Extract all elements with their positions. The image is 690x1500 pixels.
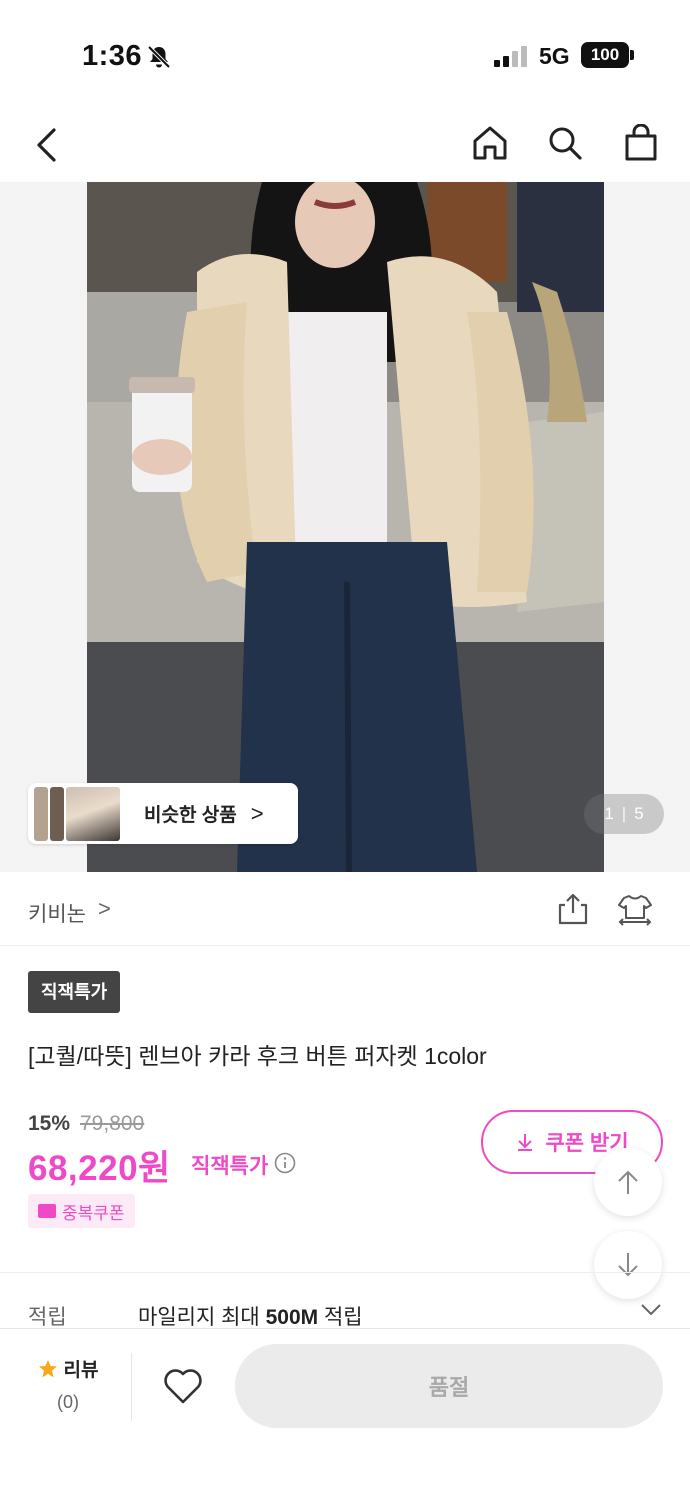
image-pager: 1 | 5 — [584, 794, 664, 834]
discount-rate: 15% — [28, 1112, 71, 1135]
coupon-icon — [38, 1204, 56, 1218]
duplicate-coupon-label: 중복쿠폰 — [62, 1203, 125, 1223]
pager-current: 1 — [604, 804, 614, 823]
sale-price: 68,220원 — [28, 1149, 171, 1188]
similar-thumb-3 — [66, 786, 120, 841]
similar-products-button[interactable]: 비슷한 상품 > — [28, 783, 298, 844]
outfit-compare-icon[interactable] — [616, 892, 654, 926]
similar-thumb-1 — [34, 786, 48, 841]
price-tag-label: 직잭특가 — [191, 1155, 269, 1178]
arrow-up-icon — [618, 1170, 638, 1194]
back-button[interactable] — [22, 120, 72, 170]
home-icon — [473, 126, 507, 160]
duplicate-coupon-badge: 중복쿠폰 — [28, 1194, 135, 1228]
chevron-right-icon: > — [250, 800, 264, 826]
brand-name-link[interactable]: 키비논 — [28, 898, 86, 928]
mileage-text: 마일리지 최대 500M 적립 — [138, 1301, 363, 1331]
mileage-suffix: 적립 — [318, 1306, 363, 1329]
signal-icon — [494, 46, 527, 67]
mileage-prefix: 마일리지 최대 — [138, 1306, 266, 1329]
battery-tip — [630, 50, 634, 60]
similar-thumb-2 — [50, 786, 64, 841]
brand-row: 키비논 > — [0, 872, 690, 946]
similar-thumbnails — [34, 786, 120, 841]
heart-icon[interactable] — [160, 1363, 206, 1409]
status-time: 1:36 — [82, 40, 143, 72]
star-icon — [38, 1359, 57, 1377]
mileage-label: 적립 — [28, 1306, 67, 1329]
review-count: (0) — [57, 1392, 79, 1412]
battery-icon: 100 — [581, 42, 629, 68]
soldout-button[interactable]: 품절 — [235, 1344, 663, 1428]
product-gallery[interactable]: 비슷한 상품 > 1 | 5 — [0, 182, 690, 872]
special-price-badge: 직잭특가 — [28, 971, 121, 1013]
review-label: 리뷰 — [63, 1360, 99, 1381]
info-icon[interactable] — [274, 1152, 296, 1174]
network-label: 5G — [539, 43, 570, 69]
review-label-row: 리뷰 — [28, 1355, 108, 1382]
search-button[interactable] — [540, 118, 590, 168]
share-icon[interactable] — [556, 892, 590, 926]
download-icon — [518, 1134, 533, 1151]
bottom-action-bar: 리뷰 (0) 품절 — [0, 1328, 690, 1500]
cart-button[interactable] — [616, 118, 666, 168]
product-photo — [87, 182, 604, 872]
chevron-left-icon — [37, 128, 56, 162]
bell-off-icon — [147, 45, 171, 69]
search-icon — [549, 127, 582, 160]
scroll-top-button[interactable] — [594, 1148, 662, 1216]
soldout-label: 품절 — [428, 1375, 470, 1400]
original-price: 79,800 — [80, 1112, 145, 1135]
status-bar: 1:36 5G 100 — [0, 0, 690, 100]
pager-separator: | — [621, 804, 627, 823]
pager-total: 5 — [634, 804, 644, 823]
top-nav — [0, 110, 690, 180]
chevron-down-icon — [641, 1304, 661, 1316]
mileage-row[interactable]: 적립 마일리지 최대 500M 적립 — [0, 1272, 690, 1332]
home-button[interactable] — [465, 118, 515, 168]
product-title: [고퀄/따뜻] 렌브아 카라 후크 버튼 퍼자켓 1color — [28, 1043, 487, 1069]
review-button[interactable]: 리뷰 (0) — [28, 1355, 108, 1413]
shopping-bag-icon — [625, 124, 657, 161]
similar-products-label: 비슷한 상품 — [144, 805, 237, 826]
mileage-amount: 500M — [265, 1306, 319, 1329]
divider — [131, 1353, 132, 1421]
chevron-right-icon: > — [98, 896, 111, 921]
